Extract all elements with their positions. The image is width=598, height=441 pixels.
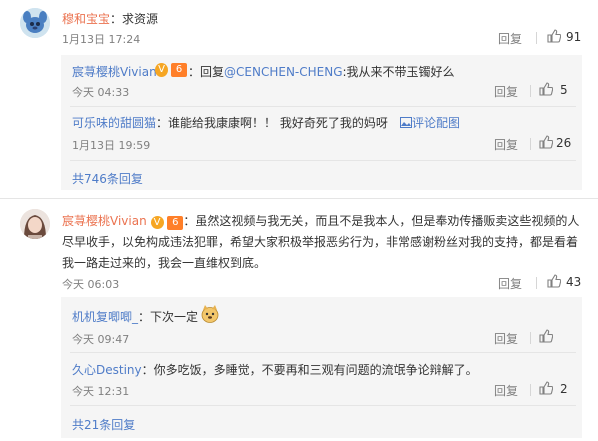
mention-link[interactable]: @CENCHEN-CHENG [224, 65, 343, 79]
reply-user[interactable]: 可乐味的甜圆猫 [72, 116, 156, 130]
doge-emoji-icon [201, 305, 219, 323]
comment-text: 穆和宝宝：求资源 [62, 12, 159, 26]
like-count: 26 [556, 136, 572, 150]
reply-text: 可乐味的甜圆猫：谁能给我康康啊！！ 我好奇死了我的妈呀 [72, 116, 388, 130]
emoji-sticker [200, 304, 220, 327]
comment-time: 今天 06:03 [62, 278, 120, 291]
like-count: 5 [560, 83, 568, 97]
reply-text: 宸荨樱桃Vivian [72, 63, 157, 80]
reply-time: 今天 04:33 [72, 86, 130, 99]
reply-body: ：回复@CENCHEN-CHENG:我从来不带玉镯好么 [188, 65, 455, 79]
reply-button[interactable]: 回复 [494, 382, 518, 399]
divider [70, 352, 576, 353]
divider [70, 160, 576, 161]
reply-user[interactable]: 宸荨樱桃Vivian [72, 65, 157, 79]
divider [70, 405, 576, 406]
profile-photo-image [20, 209, 50, 239]
thumbs-up-icon [539, 381, 553, 395]
divider [70, 106, 576, 107]
divider [536, 32, 537, 44]
reply-button[interactable]: 回复 [498, 30, 522, 47]
comment-user[interactable]: 宸荨樱桃Vivian [62, 214, 147, 228]
avatar[interactable] [20, 8, 50, 38]
level-badge: 6 [171, 63, 187, 77]
image-link[interactable]: 评论配图 [400, 114, 460, 131]
comment-user[interactable]: 穆和宝宝 [62, 12, 110, 26]
more-replies-link[interactable]: 共746条回复 [72, 170, 143, 187]
reply-button[interactable]: 回复 [494, 330, 518, 347]
thumbs-up-icon [547, 274, 561, 288]
like-button[interactable] [539, 329, 553, 343]
comment-text: 宸荨樱桃Vivian V 6 ：虽然这视频与我无关，而且不是我本人，但是奉劝传播贩… [62, 211, 582, 274]
avatar[interactable] [20, 209, 50, 239]
like-button[interactable] [547, 29, 561, 43]
divider [530, 332, 531, 344]
divider [0, 198, 598, 199]
vip-badge: V [155, 63, 168, 77]
reply-text: 久心Destiny：你多吃饭，多睡觉，不要再和三观有问题的流氓争论辩解了。 [72, 363, 478, 377]
divider [530, 85, 531, 97]
level-badge: 6 [167, 216, 184, 230]
divider [530, 384, 531, 396]
reply-button[interactable]: 回复 [498, 275, 522, 292]
reply-time: 1月13日 19:59 [72, 139, 151, 152]
divider [530, 138, 531, 150]
like-count: 91 [566, 30, 582, 44]
thumbs-up-icon [547, 29, 561, 43]
like-button[interactable] [539, 82, 553, 96]
divider [536, 277, 537, 289]
like-button[interactable] [539, 135, 553, 149]
image-icon [400, 117, 412, 128]
comment-line: 宸荨樱桃Vivian V 6 ：虽然这视频与我无关，而且不是我本人，但是奉劝传播贩… [62, 214, 580, 230]
reply-time: 今天 09:47 [72, 333, 130, 346]
reply-text: 机机复唧唧_：下次一定 [72, 310, 199, 324]
thumbs-up-icon [539, 135, 553, 149]
like-button[interactable] [547, 274, 561, 288]
like-button[interactable] [539, 381, 553, 395]
more-replies-link[interactable]: 共21条回复 [72, 416, 135, 433]
stitch-avatar-image [20, 8, 50, 38]
thumbs-up-icon [539, 329, 553, 343]
comment-time: 1月13日 17:24 [62, 33, 141, 46]
like-count: 2 [560, 382, 568, 396]
reply-user[interactable]: 机机复唧唧_ [72, 310, 138, 324]
reply-time: 今天 12:31 [72, 385, 130, 398]
reply-button[interactable]: 回复 [494, 136, 518, 153]
vip-badge: V [150, 216, 164, 229]
thumbs-up-icon [539, 82, 553, 96]
comment-line: 我一路走过来的，我会一直维权到底。 [62, 256, 267, 270]
like-count: 43 [566, 275, 582, 289]
reply-user[interactable]: 久心Destiny [72, 363, 142, 377]
reply-button[interactable]: 回复 [494, 83, 518, 100]
comment-line: 尽早收手，以免构成违法犯罪，希望大家积极举报恶劣行为，非常感谢粉丝对我的支持，都… [62, 235, 579, 249]
